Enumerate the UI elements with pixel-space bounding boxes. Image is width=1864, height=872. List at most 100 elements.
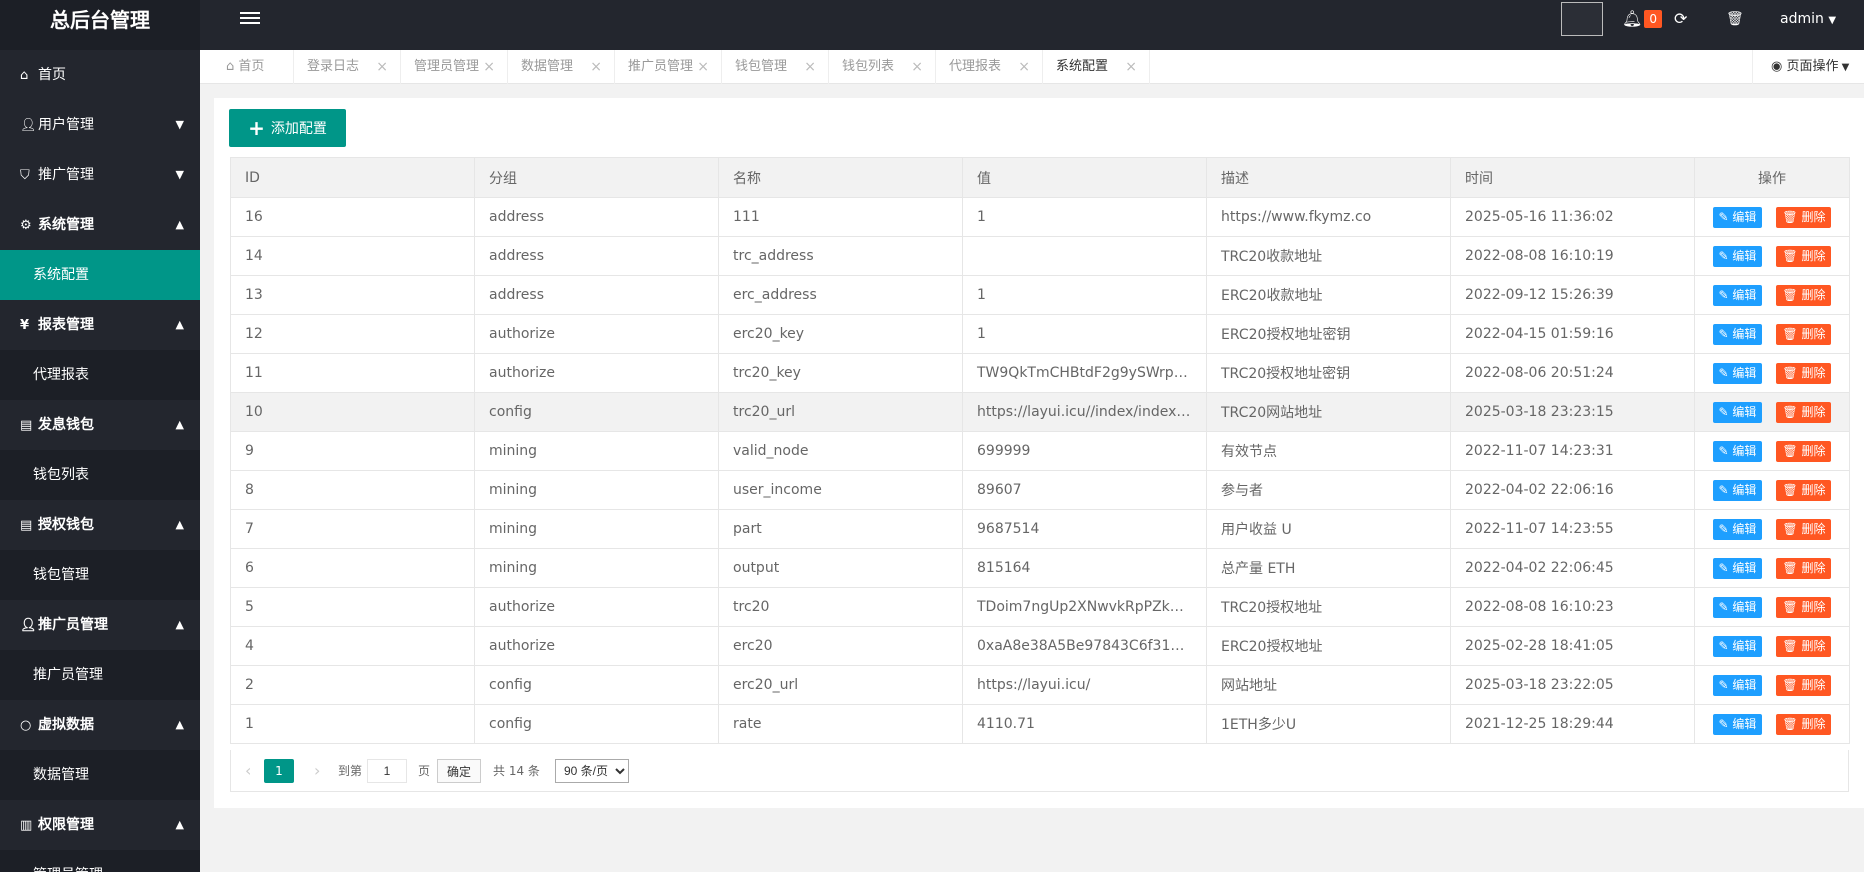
trash-icon[interactable]: 🗑︎ [1726, 8, 1744, 30]
delete-button[interactable]: 🗑︎ 删除 [1776, 518, 1832, 540]
edit-button[interactable]: ✎ 编辑 [1712, 206, 1763, 228]
caret-up-icon: ▲ [175, 218, 184, 231]
delete-button[interactable]: 🗑︎ 删除 [1776, 206, 1832, 228]
sidebar-item-wallet-management[interactable]: 钱包管理 [0, 550, 200, 600]
column-header[interactable]: 值 [962, 157, 1207, 198]
tab-agent-report[interactable]: 代理报表 × [936, 50, 1043, 84]
edit-label: 编辑 [1732, 209, 1757, 224]
cell-id: 8 [230, 470, 475, 510]
caret-up-icon: ▲ [175, 718, 184, 731]
column-header[interactable]: 描述 [1206, 157, 1451, 198]
delete-button[interactable]: 🗑︎ 删除 [1776, 674, 1832, 696]
close-icon[interactable]: × [1018, 50, 1030, 84]
top-header: 总后台管理 🔔︎ 0 ⟳ 🗑︎ admin ▼ [0, 0, 1864, 50]
sidebar-item-user-management[interactable]: 👤︎用户管理 ▼ [0, 100, 200, 150]
close-icon[interactable]: × [911, 50, 923, 84]
pencil-icon: ✎ [1718, 287, 1733, 302]
page-operations-menu[interactable]: ◉ 页面操作 ▼ [1752, 50, 1864, 84]
sidebar-item-promotion-management[interactable]: ⛉ 推广管理 ▼ [0, 150, 200, 200]
close-icon[interactable]: × [590, 50, 602, 84]
tab-home[interactable]: ⌂ 首页 [200, 50, 294, 84]
edit-button[interactable]: ✎ 编辑 [1712, 518, 1763, 540]
cell-name: user_income [718, 470, 963, 510]
tab-promoter-management[interactable]: 推广员管理 × [615, 50, 722, 84]
edit-button[interactable]: ✎ 编辑 [1712, 674, 1763, 696]
sidebar-item-system-config[interactable]: 系统配置 [0, 250, 200, 300]
edit-button[interactable]: ✎ 编辑 [1712, 401, 1763, 423]
edit-button[interactable]: ✎ 编辑 [1712, 323, 1763, 345]
edit-button[interactable]: ✎ 编辑 [1712, 557, 1763, 579]
add-config-button[interactable]: + 添加配置 [229, 109, 346, 147]
delete-button[interactable]: 🗑︎ 删除 [1776, 635, 1832, 657]
delete-button[interactable]: 🗑︎ 删除 [1776, 440, 1832, 462]
cell-id: 6 [230, 548, 475, 588]
sidebar-item-admin-management[interactable]: 管理员管理 [0, 850, 200, 872]
delete-button[interactable]: 🗑︎ 删除 [1776, 323, 1832, 345]
edit-button[interactable]: ✎ 编辑 [1712, 635, 1763, 657]
sidebar-item-home[interactable]: ⌂ 首页 [0, 50, 200, 100]
delete-button[interactable]: 🗑︎ 删除 [1776, 401, 1832, 423]
cell-name: trc20_url [718, 392, 963, 432]
delete-button[interactable]: 🗑︎ 删除 [1776, 713, 1832, 735]
tab-login-log[interactable]: 登录日志 × [294, 50, 401, 84]
sidebar-item-label: 推广管理 [38, 167, 94, 183]
sidebar-item-authorized-wallet[interactable]: ▤ 授权钱包 ▲ [0, 500, 200, 550]
close-icon[interactable]: × [483, 50, 495, 84]
edit-label: 编辑 [1732, 521, 1757, 536]
column-header[interactable]: 分组 [474, 157, 719, 198]
user-menu[interactable]: admin ▼ [1780, 8, 1836, 32]
delete-button[interactable]: 🗑︎ 删除 [1776, 479, 1832, 501]
tab-system-config[interactable]: 系统配置 × [1043, 50, 1150, 84]
edit-button[interactable]: ✎ 编辑 [1712, 596, 1763, 618]
page-size-select[interactable]: 90 条/页 [555, 759, 629, 783]
tab-admin-management[interactable]: 管理员管理 × [401, 50, 508, 84]
close-icon[interactable]: × [1125, 50, 1137, 84]
menu-toggle-icon[interactable] [240, 12, 260, 28]
sidebar-item-report-management[interactable]: ¥ 报表管理 ▲ [0, 300, 200, 350]
column-header[interactable]: 名称 [718, 157, 963, 198]
edit-button[interactable]: ✎ 编辑 [1712, 245, 1763, 267]
tab-data-management[interactable]: 数据管理 × [508, 50, 615, 84]
close-icon[interactable]: × [697, 50, 709, 84]
sidebar-item-wallet-list[interactable]: 钱包列表 [0, 450, 200, 500]
caret-down-icon: ▼ [175, 118, 184, 131]
table-row: 9 mining valid_node 699999 有效节点 2022-11-07 14… [230, 431, 1850, 471]
sidebar-item-permission-management[interactable]: ▥ 权限管理 ▲ [0, 800, 200, 850]
refresh-icon[interactable]: ⟳ [1674, 8, 1687, 30]
close-icon[interactable]: × [376, 50, 388, 84]
prev-page-icon[interactable]: ‹ [245, 759, 251, 783]
edit-button[interactable]: ✎ 编辑 [1712, 362, 1763, 384]
edit-button[interactable]: ✎ 编辑 [1712, 440, 1763, 462]
delete-button[interactable]: 🗑︎ 删除 [1776, 362, 1832, 384]
notification-button[interactable]: 🔔︎ 0 [1622, 8, 1662, 30]
cell-id: 12 [230, 314, 475, 354]
sidebar-item-agent-report[interactable]: 代理报表 [0, 350, 200, 400]
sidebar-item-payout-wallet[interactable]: ▤ 发息钱包 ▲ [0, 400, 200, 450]
sidebar-item-promoter-list[interactable]: 推广员管理 [0, 650, 200, 700]
goto-page-input[interactable] [367, 759, 407, 783]
page-1-button[interactable]: 1 [264, 759, 294, 783]
delete-button[interactable]: 🗑︎ 删除 [1776, 596, 1832, 618]
column-header[interactable]: ID [230, 157, 475, 198]
sidebar-item-virtual-data[interactable]: ○ 虚拟数据 ▲ [0, 700, 200, 750]
sidebar-item-system-management[interactable]: ⚙ 系统管理 ▲ [0, 200, 200, 250]
tab-wallet-management[interactable]: 钱包管理 × [722, 50, 829, 84]
cell-description: ERC20授权地址密钥 [1206, 314, 1451, 354]
column-header[interactable]: 时间 [1450, 157, 1695, 198]
delete-button[interactable]: 🗑︎ 删除 [1776, 557, 1832, 579]
close-icon[interactable]: × [804, 50, 816, 84]
header-blank-button[interactable] [1561, 2, 1603, 36]
sidebar-item-promoter-management[interactable]: 👤︎推广员管理 ▲ [0, 600, 200, 650]
cell-description: TRC20网站地址 [1206, 392, 1451, 432]
tab-label: 钱包管理 [735, 59, 788, 74]
delete-button[interactable]: 🗑︎ 删除 [1776, 284, 1832, 306]
edit-button[interactable]: ✎ 编辑 [1712, 479, 1763, 501]
edit-button[interactable]: ✎ 编辑 [1712, 713, 1763, 735]
edit-button[interactable]: ✎ 编辑 [1712, 284, 1763, 306]
trash-icon: 🗑︎ [1782, 716, 1802, 731]
delete-button[interactable]: 🗑︎ 删除 [1776, 245, 1832, 267]
sidebar-item-data-management[interactable]: 数据管理 [0, 750, 200, 800]
tab-wallet-list[interactable]: 钱包列表 × [829, 50, 936, 84]
next-page-icon[interactable]: › [314, 759, 320, 783]
goto-confirm-button[interactable]: 确定 [437, 759, 481, 783]
